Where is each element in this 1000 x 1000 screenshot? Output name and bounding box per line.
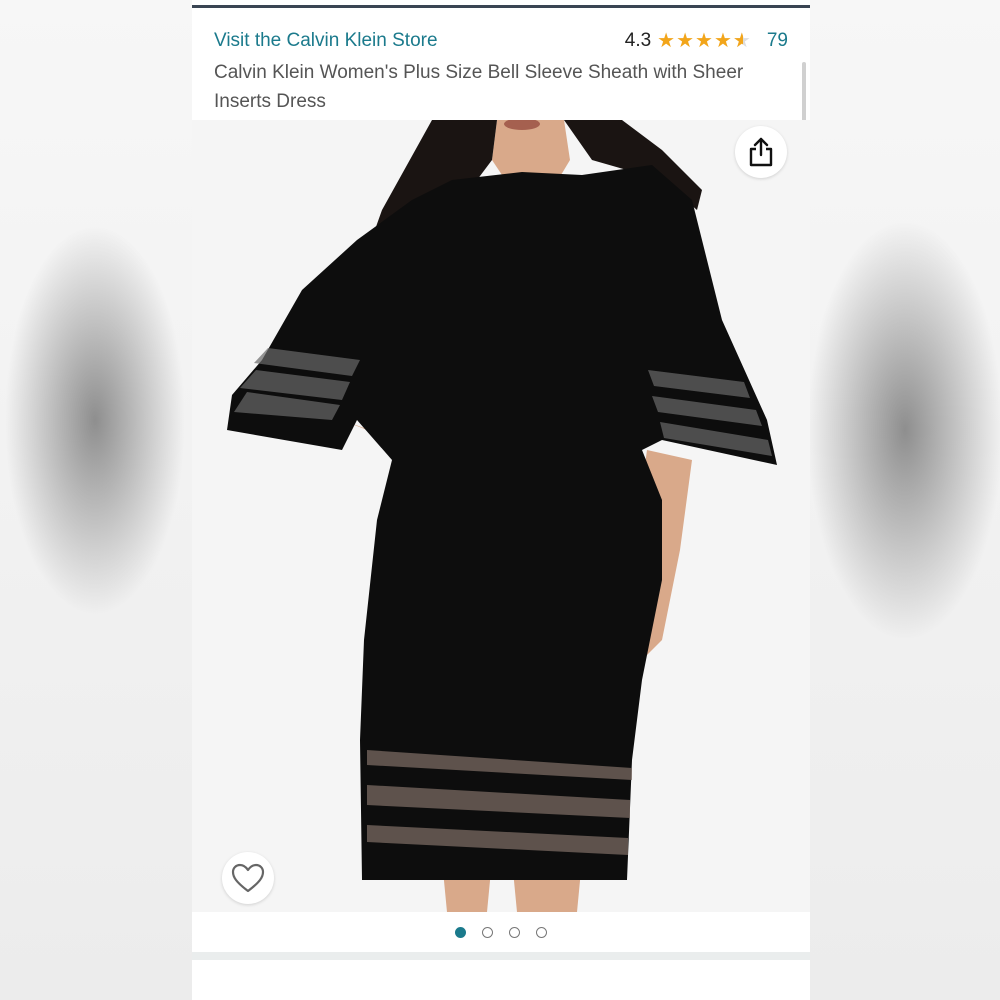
share-icon	[749, 137, 773, 167]
rating-value: 4.3	[624, 30, 652, 51]
below-fold-content	[192, 960, 810, 1000]
heart-icon	[231, 863, 265, 893]
carousel-dot[interactable]	[455, 926, 466, 938]
star-icon: ★	[676, 30, 695, 52]
carousel-dot[interactable]	[536, 926, 547, 938]
store-link[interactable]: Visit the Calvin Klein Store	[214, 30, 438, 52]
product-page: Visit the Calvin Klein Store 4.3 ★ ★ ★ ★…	[192, 0, 810, 1000]
section-divider	[192, 952, 810, 960]
wishlist-button[interactable]	[222, 852, 274, 904]
share-button[interactable]	[735, 126, 787, 178]
star-icon: ★	[657, 30, 676, 52]
carousel-pagination	[192, 912, 810, 952]
star-rating: ★ ★ ★ ★ ★	[657, 31, 751, 51]
product-header: Visit the Calvin Klein Store 4.3 ★ ★ ★ ★…	[192, 8, 810, 120]
dress-photo	[227, 120, 777, 912]
carousel-dot[interactable]	[509, 926, 520, 938]
product-image[interactable]	[192, 120, 810, 912]
star-icon: ★	[713, 30, 732, 52]
star-icon: ★	[695, 30, 713, 52]
rating-summary[interactable]: 4.3 ★ ★ ★ ★ ★ 79	[625, 30, 788, 52]
half-star-icon: ★	[733, 31, 751, 51]
product-title: Calvin Klein Women's Plus Size Bell Slee…	[214, 62, 744, 112]
carousel-dot[interactable]	[482, 926, 493, 938]
review-count[interactable]: 79	[767, 30, 788, 52]
